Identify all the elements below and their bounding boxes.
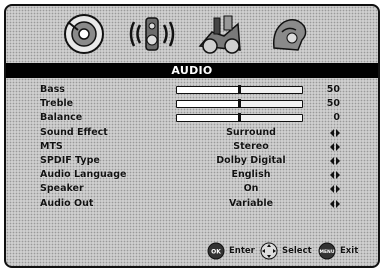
slider-fill [177,87,240,93]
setting-value: Variable [228,197,274,209]
setting-label: Audio Out [40,197,94,209]
setting-label: Sound Effect [40,126,108,138]
setting-row-treble[interactable]: Treble 50 [6,97,378,111]
picture-tab-icon[interactable] [58,10,110,58]
left-right-arrows-icon[interactable] [330,142,340,151]
setting-label: Audio Language [40,169,127,181]
setting-row-sound-effect[interactable]: Sound Effect Surround [6,126,378,140]
setting-value: Stereo [233,140,269,152]
setting-value: Dolby Digital [216,154,286,166]
menu-button-label: MENU [320,249,335,255]
setting-value: On [243,183,259,195]
parental-tab-icon[interactable] [264,10,316,58]
left-right-arrows-icon[interactable] [330,199,340,208]
setting-value: 0 [333,112,340,124]
setting-label: Treble [40,98,74,110]
audio-settings-list: Bass 50 Treble 50 Balance 0 Sound Effect Surrou… [6,83,378,211]
setting-value: Surround [226,126,276,138]
select-dpad-icon [260,242,278,260]
setting-row-balance[interactable]: Balance 0 [6,111,378,125]
left-right-arrows-icon[interactable] [330,128,340,137]
setting-value: 50 [326,98,340,110]
exit-label: Exit [340,246,359,256]
select-label: Select [282,246,312,256]
setting-value: English [231,169,271,181]
setting-row-audio-language[interactable]: Audio Language English [6,168,378,182]
slider-thumb[interactable] [238,113,241,123]
left-right-arrows-icon[interactable] [330,185,340,194]
level-slider[interactable] [176,99,303,109]
setting-label: Speaker [40,183,84,195]
audio-tab-icon[interactable] [126,10,178,58]
setting-value: 50 [326,84,340,95]
menu-button-icon: MENU [318,242,336,260]
setup-tab-icon[interactable] [194,10,246,58]
setting-label: SPDIF Type [40,154,100,166]
page-title: AUDIO [6,63,378,78]
slider-fill [177,115,240,122]
setting-label: MTS [40,140,63,152]
ok-button-icon: OK [207,242,225,260]
menu-tab-bar [6,6,378,63]
left-right-arrows-icon[interactable] [330,171,340,180]
setting-row-mts[interactable]: MTS Stereo [6,140,378,154]
slider-fill [177,101,240,108]
setting-label: Balance [40,112,83,124]
ok-button-label: OK [211,249,221,256]
setting-row-audio-out[interactable]: Audio Out Variable [6,197,378,211]
setting-row-bass[interactable]: Bass 50 [6,83,378,97]
level-slider[interactable] [176,85,303,94]
setting-row-spdif-type[interactable]: SPDIF Type Dolby Digital [6,154,378,168]
level-slider[interactable] [176,113,303,123]
setting-label: Bass [40,84,65,95]
slider-thumb[interactable] [238,85,241,94]
left-right-arrows-icon[interactable] [330,156,340,165]
footer-key-legend: OK Enter Select MENU Exit [6,240,378,262]
enter-label: Enter [229,246,255,256]
slider-thumb[interactable] [238,99,241,109]
setting-row-speaker[interactable]: Speaker On [6,182,378,196]
audio-osd-menu: AUDIO Bass 50 Treble 50 Balance 0 Sound Effect… [4,4,380,268]
